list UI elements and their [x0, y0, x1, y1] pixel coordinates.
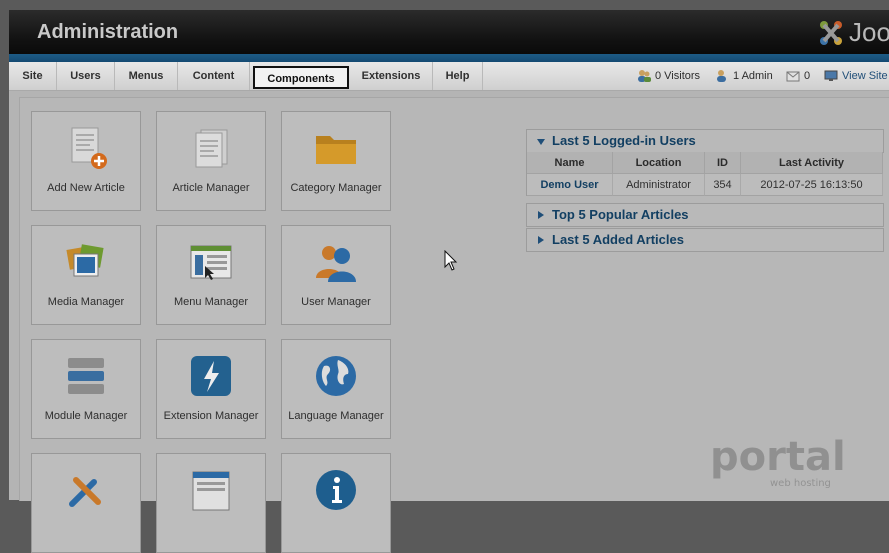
article-manager-button[interactable]: Article Manager	[156, 111, 266, 211]
added-articles-panel-header[interactable]: Last 5 Added Articles	[526, 228, 884, 252]
add-article-icon	[71, 127, 107, 169]
media-manager-button[interactable]: Media Manager	[31, 225, 141, 325]
watermark-text: portal	[710, 434, 846, 480]
added-articles-title: Last 5 Added Articles	[552, 232, 684, 247]
article-manager-label: Article Manager	[172, 182, 250, 194]
category-manager-button[interactable]: Category Manager	[281, 111, 391, 211]
logged-in-users-title: Last 5 Logged-in Users	[552, 133, 696, 148]
document-icon	[192, 471, 230, 511]
user-location: Administrator	[613, 174, 705, 196]
language-manager-label: Language Manager	[288, 410, 384, 422]
module-manager-label: Module Manager	[44, 410, 128, 422]
menu-manager-button[interactable]: Menu Manager	[156, 225, 266, 325]
window-top-edge	[0, 0, 889, 10]
info-icon	[316, 470, 356, 510]
joomla-icon	[820, 21, 842, 45]
article-manager-icon	[195, 129, 228, 168]
module-icon	[68, 358, 104, 394]
logo-wordmark: Joo	[849, 17, 889, 47]
user-manager-label: User Manager	[301, 296, 371, 308]
menu-components[interactable]: Components	[253, 66, 349, 89]
view-site-link[interactable]: View Site	[824, 62, 888, 90]
menu-extensions[interactable]: Extensions	[350, 62, 433, 90]
menu-help[interactable]: Help	[433, 62, 483, 90]
expanded-arrow-icon	[537, 139, 545, 145]
user-manager-button[interactable]: User Manager	[281, 225, 391, 325]
messages-icon	[786, 71, 800, 82]
visitors-status[interactable]: 0 Visitors	[637, 62, 700, 90]
admin-header: Administration Joo	[9, 10, 889, 54]
mouse-cursor-icon	[444, 250, 458, 271]
menu-manager-label: Menu Manager	[174, 296, 248, 308]
menu-menus[interactable]: Menus	[115, 62, 178, 90]
col-id: ID	[705, 152, 741, 174]
joomla-logo[interactable]: Joo	[815, 16, 889, 50]
admin-icon	[717, 70, 726, 83]
module-manager-button[interactable]: Module Manager	[31, 339, 141, 439]
logged-in-users-panel-header[interactable]: Last 5 Logged-in Users	[526, 129, 884, 153]
monitor-icon	[824, 70, 838, 82]
menu-icon	[190, 245, 232, 280]
extension-manager-button[interactable]: Extension Manager	[156, 339, 266, 439]
collapsed-arrow-icon	[538, 236, 544, 244]
messages-status[interactable]: 0	[786, 62, 810, 90]
admins-count: 1 Admin	[733, 70, 773, 82]
popular-articles-title: Top 5 Popular Articles	[552, 207, 689, 222]
language-manager-button[interactable]: Language Manager	[281, 339, 391, 439]
media-icon	[66, 244, 104, 277]
user-last-activity: 2012-07-25 16:13:50	[741, 174, 883, 196]
user-name-link[interactable]: Demo User	[527, 174, 613, 196]
col-location: Location	[613, 152, 705, 174]
messages-count: 0	[804, 70, 811, 82]
popular-articles-panel-header[interactable]: Top 5 Popular Articles	[526, 203, 884, 227]
menu-users[interactable]: Users	[57, 62, 115, 90]
col-name: Name	[527, 152, 613, 174]
lightning-icon	[191, 356, 231, 396]
add-new-article-button[interactable]: Add New Article	[31, 111, 141, 211]
page-title: Administration	[37, 21, 179, 43]
watermark-subtext: web hosting	[770, 478, 831, 489]
portal-watermark-logo: portal web hosting	[710, 434, 846, 489]
media-manager-label: Media Manager	[47, 296, 125, 308]
logged-in-users-table: Name Location ID Last Activity Demo User…	[526, 152, 883, 196]
globe-icon	[316, 356, 356, 396]
main-menubar: Site Users Menus Content Components Exte…	[9, 62, 889, 91]
menu-content[interactable]: Content	[178, 62, 250, 90]
folder-icon	[316, 136, 356, 164]
admins-status[interactable]: 1 Admin	[715, 62, 773, 90]
col-last-activity: Last Activity	[741, 152, 883, 174]
view-site-label: View Site	[842, 70, 888, 82]
user-id: 354	[705, 174, 741, 196]
visitors-count: 0 Visitors	[655, 70, 701, 82]
category-manager-label: Category Manager	[290, 182, 382, 194]
system-info-button[interactable]	[281, 453, 391, 553]
collapsed-arrow-icon	[538, 211, 544, 219]
menu-site[interactable]: Site	[9, 62, 57, 90]
add-new-article-label: Add New Article	[47, 182, 125, 194]
header-stripe	[9, 54, 889, 62]
visitors-icon	[638, 70, 651, 83]
tools-icon	[69, 477, 101, 507]
extension-manager-label: Extension Manager	[163, 410, 259, 422]
users-icon	[316, 246, 356, 282]
template-manager-button[interactable]	[156, 453, 266, 553]
global-configuration-button[interactable]	[31, 453, 141, 553]
